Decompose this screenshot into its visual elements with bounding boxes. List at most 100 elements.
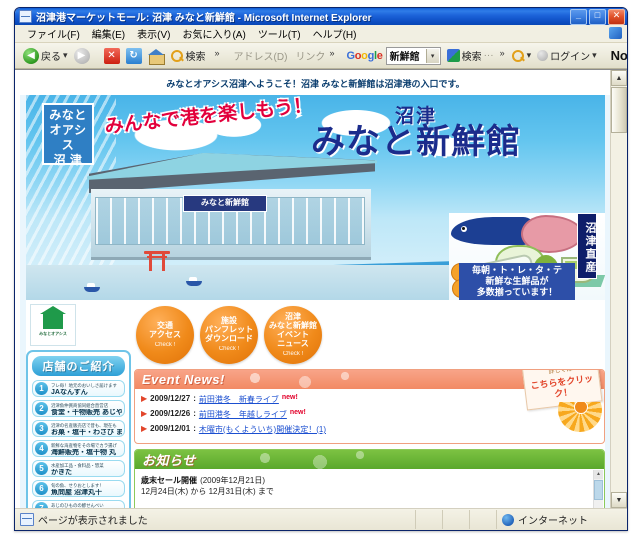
fish-eye-icon: [461, 226, 467, 232]
window-title: 沼津港マーケットモール: 沼津 みなと新鮮館 - Microsoft Inter…: [36, 13, 372, 24]
list-item[interactable]: 2 沼津魚仲買商協同組合直営店 食堂・干物販売 あじや: [32, 400, 125, 417]
seagull-icon-3: ➤: [294, 110, 304, 122]
menu-bar: ファイル(F) 編集(E) 表示(V) お気に入り(A) ツール(T) ヘルプ(…: [15, 25, 627, 43]
norton-toolbar-button[interactable]: Norton ▾: [608, 47, 627, 64]
quick-link-event-line-3: イベント: [277, 329, 309, 339]
shop-text: 新鮮な海産物をその場でカラ揚げ 海鮮販売・塩干物 丸 勘: [51, 442, 122, 456]
toolbar-overflow-chevron-icon[interactable]: »: [215, 48, 220, 58]
scroll-track[interactable]: [611, 86, 627, 492]
boat-icon-2: [84, 283, 100, 292]
security-zone-label: インターネット: [518, 516, 588, 527]
search-icon: [170, 49, 184, 63]
scroll-thumb[interactable]: [611, 87, 627, 133]
produce-caption-line-2: 新鮮な生鮮品が: [485, 276, 549, 286]
event-link[interactable]: 前田港冬 年越しライブ: [199, 409, 287, 420]
list-item[interactable]: ▶ 2009/12/26 : 前田港冬 年越しライブ new!: [141, 409, 598, 420]
list-item[interactable]: 7 あじのひものの鰺せんべい まるごとさんの えび伝: [32, 500, 125, 508]
home-button[interactable]: [145, 47, 167, 65]
notice-inner-scrollbar[interactable]: ▲ ▼: [593, 470, 603, 508]
event-date: 2009/12/26: [150, 409, 191, 418]
list-item[interactable]: ▶ 2009/12/01 : 木曜市(もくよういち)開催決定！(1): [141, 424, 598, 435]
account-icon: [537, 50, 549, 61]
hero-catchphrase: みんなで港を楽しもう！: [103, 95, 314, 138]
stop-icon: ✕: [103, 47, 120, 64]
sunburst-badge-icon: [558, 402, 602, 432]
shop-number: 5: [35, 462, 48, 475]
lower-content: みなとオアシス 店舗のご紹介 1 フレ毎！地元のおいしさ届けます JAなんすん: [26, 300, 605, 508]
notice-heading-date: (2009年12月21日): [200, 476, 265, 485]
google-login-button[interactable]: ログイン ▾: [534, 47, 600, 64]
forward-button[interactable]: ▶: [71, 47, 93, 65]
back-caret-icon[interactable]: ▾: [63, 50, 68, 61]
security-zone-cell[interactable]: インターネット: [497, 510, 627, 529]
search-button[interactable]: 検索: [167, 47, 209, 64]
shop-name: 海鮮販売・塩干物 丸 勘: [51, 448, 122, 456]
produce-illustration: 沼津直産 毎朝・ト・レ・タ・テ 新鮮な生鮮品が 多数揃っています！: [449, 213, 605, 300]
scroll-down-button[interactable]: ▼: [611, 492, 627, 508]
shop-name: 食堂・干物販売 あじや: [51, 408, 122, 416]
quick-links: 交通 アクセス Check ! 施設 パンフレット ダウンロード Check !: [134, 300, 605, 369]
shop-name: かきた: [51, 468, 72, 476]
event-link[interactable]: 木曜市(もくよういち)開催決定！(1): [199, 424, 326, 435]
building-illustration: みなと新鮮館: [81, 153, 381, 268]
google-history-dropdown-icon[interactable]: ▾: [425, 48, 439, 63]
google-overflow-chevron-icon[interactable]: »: [500, 48, 505, 58]
google-more-dots: ···: [483, 50, 494, 61]
menu-item-tools[interactable]: ツール(T): [252, 25, 307, 42]
minato-oasis-badge[interactable]: みなとオアシス: [30, 304, 76, 346]
shop-text: 旬の魚、せりおとします！ 魚問屋 沼津丸十: [51, 482, 122, 496]
google-search-input[interactable]: 新鮮館 ▾: [385, 46, 441, 65]
event-separator: :: [193, 394, 196, 403]
ie-logo-icon: [609, 27, 622, 39]
address-bar-label[interactable]: アドレス(D): [234, 48, 288, 63]
shop-subtitle: 水産加工品・食料品・惣菜: [51, 462, 104, 468]
notice-scroll-up-icon[interactable]: ▲: [594, 470, 603, 479]
menu-item-help[interactable]: ヘルプ(H): [307, 25, 363, 42]
menu-item-view[interactable]: 表示(V): [131, 25, 176, 42]
quick-link-access-line-2: アクセス: [149, 329, 181, 339]
title-bar: 沼津港マーケットモール: 沼津 みなと新鮮館 - Microsoft Inter…: [15, 8, 627, 25]
stop-button[interactable]: ✕: [101, 47, 123, 65]
sidebar: みなとオアシス 店舗のご紹介 1 フレ毎！地元のおいしさ届けます JAなんすん: [26, 300, 131, 508]
shops-panel-title: 店舗のご紹介: [32, 356, 125, 376]
list-item[interactable]: 6 旬の魚、せりおとします！ 魚問屋 沼津丸十: [32, 480, 125, 497]
shop-text: 沼津魚仲買商協同組合直営店 食堂・干物販売 あじや: [51, 402, 122, 416]
minimize-button[interactable]: _: [570, 8, 587, 25]
maximize-button[interactable]: □: [589, 8, 606, 25]
page-scrollbar[interactable]: ▲ ▼: [610, 70, 627, 508]
shop-name: JAなんすん: [51, 388, 88, 396]
back-button[interactable]: ◀ 戻る ▾: [20, 47, 71, 65]
list-item[interactable]: 1 フレ毎！地元のおいしさ届けます JAなんすん: [32, 380, 125, 397]
bullet-icon: ▶: [141, 394, 148, 403]
links-overflow-chevron-icon[interactable]: »: [329, 48, 334, 58]
event-news-section: Event News! ▶ 2009/12/27 : 前田港冬 新春ライブ ne…: [134, 369, 605, 444]
close-button[interactable]: ✕: [608, 8, 625, 25]
shop-name: お菓・塩干・わさび まるに: [51, 428, 122, 436]
event-link[interactable]: 前田港冬 新春ライブ: [199, 394, 279, 405]
bullet-icon: ▶: [141, 409, 148, 418]
shop-number: 3: [35, 422, 48, 435]
list-item[interactable]: 5 水産加工品・食料品・惣菜 かきた: [32, 460, 125, 477]
scroll-up-button[interactable]: ▲: [611, 70, 627, 86]
home-icon: [147, 48, 165, 65]
refresh-icon: ↻: [125, 47, 142, 64]
menu-item-file[interactable]: ファイル(F): [21, 25, 86, 42]
quick-link-pamphlet-line-1: 施設: [221, 316, 237, 325]
status-bar: ページが表示されました インターネット: [15, 508, 627, 530]
menu-item-edit[interactable]: 編集(E): [86, 25, 131, 42]
notice-scroll-thumb[interactable]: [594, 480, 603, 500]
quick-link-event-news[interactable]: 沼津 みなと新鮮館 イベント ニュース Check !: [264, 306, 322, 364]
quick-link-access[interactable]: 交通 アクセス Check !: [136, 306, 194, 364]
menu-item-favorites[interactable]: お気に入り(A): [176, 25, 251, 42]
links-bar-label[interactable]: リンク: [295, 48, 325, 63]
browser-window: 沼津港マーケットモール: 沼津 みなと新鮮館 - Microsoft Inter…: [14, 7, 628, 531]
quick-link-pamphlet[interactable]: 施設 パンフレット ダウンロード Check !: [200, 306, 258, 364]
site-content: みなと オアシス 沼 津 みんなで港を楽しもう！ ➤ ➤ ➤ 沼津 みなと新鮮館: [20, 95, 611, 508]
google-search-button[interactable]: 検索 ···: [444, 47, 497, 64]
list-item[interactable]: 4 新鮮な海産物をその場でカラ揚げ 海鮮販売・塩干物 丸 勘: [32, 440, 125, 457]
refresh-button[interactable]: ↻: [123, 47, 145, 65]
page-tagline: みなとオアシス沼津へようこそ！沼津 みなと新鮮館は沼津港の入口です。: [20, 70, 611, 95]
shop-number: 6: [35, 482, 48, 495]
list-item[interactable]: 3 沼津の名産販売店で昔も、現在も お菓・塩干・わさび まるに: [32, 420, 125, 437]
google-tools-button[interactable]: ▾: [508, 48, 535, 64]
